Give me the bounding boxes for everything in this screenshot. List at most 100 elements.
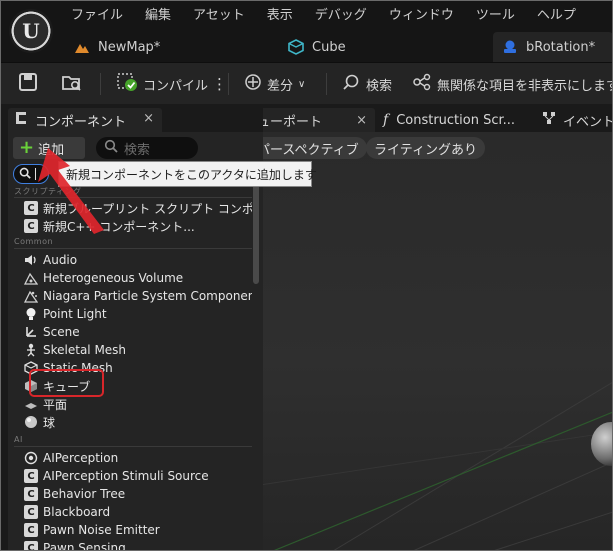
add-component-search-input[interactable] [13,164,49,184]
item-label: Scene [43,325,80,339]
tab-label: イベント [563,114,613,130]
item-label: AIPerception [43,451,119,465]
toolbar-separator [100,73,101,95]
components-tab[interactable]: コンポーネント × [8,108,162,132]
viewport-grid [213,381,613,551]
close-icon[interactable]: × [356,113,367,128]
browse-button[interactable] [61,71,83,97]
search-caret [35,168,36,180]
components-search-field[interactable]: 検索 [96,137,198,159]
c-class-icon: C [24,469,38,483]
list-item-skeletal-mesh[interactable]: Skeletal Mesh [24,341,126,359]
save-icon [18,72,38,96]
list-item-scene[interactable]: Scene [24,323,80,341]
list-item-pawn-noise-emitter[interactable]: C Pawn Noise Emitter [24,521,160,539]
components-body: + 追加 検索 スクリプティング C 新規ブループリント スクリプト コンポ C… [8,132,263,551]
item-label: 平面 [43,397,68,412]
particle-icon [24,289,38,303]
diff-label: 差分 [267,78,294,94]
item-label: Point Light [43,307,107,321]
compile-options-icon[interactable]: ⋮ [212,71,227,97]
list-item-sphere[interactable]: 球 [24,413,55,431]
list-scrollbar[interactable] [253,184,259,284]
menu-window[interactable]: ウィンドウ [378,6,465,26]
cube-asset-icon [288,39,304,55]
lightbulb-icon [24,307,38,321]
list-item-aiperception[interactable]: AIPerception [24,449,118,467]
blueprint-toolbar: コンパイル ⋮ 差分 ∨ 検索 無関係な項目を非表示にします [0,62,613,104]
toolbar-separator [228,73,229,95]
ai-perception-icon [24,451,38,465]
tab-brotation[interactable]: bRotation* [493,32,613,62]
item-label: Behavior Tree [43,487,126,501]
find-button[interactable]: 検索 [342,71,392,97]
scene-icon [24,325,38,339]
toolbar-separator [326,73,327,95]
diff-button[interactable]: 差分 ∨ [244,71,305,97]
tab-label: bRotation* [526,39,596,55]
menu-bar: ファイル 編集 アセット 表示 デバッグ ウィンドウ ツール ヘルプ [60,6,587,26]
item-label: 球 [43,415,56,430]
list-item-new-cpp-component[interactable]: C 新規C++ コンポーネント... [24,217,195,235]
volume-icon [24,271,38,285]
list-item-niagara-particle-system[interactable]: Niagara Particle System Component [24,287,252,305]
tab-label: Construction Scr... [396,112,516,128]
blueprint-icon [502,39,518,55]
menu-view[interactable]: 表示 [256,6,304,26]
list-item-new-blueprint-script[interactable]: C 新規ブループリント スクリプト コンポ [24,199,252,217]
menu-edit[interactable]: 編集 [134,6,182,26]
add-component-button[interactable]: + 追加 [13,137,85,159]
category-divider [14,248,252,249]
tab-label: NewMap* [98,39,161,55]
tab-newmap[interactable]: NewMap* [74,32,160,62]
components-tab-label: コンポーネント [35,114,127,130]
item-label: 新規ブループリント スクリプト コンポ [43,201,252,216]
category-scripting: スクリプティング [14,187,82,196]
tab-label: Cube [312,39,346,55]
unreal-logo-icon[interactable]: U [9,9,53,53]
sphere-icon [24,415,38,429]
list-item-blackboard[interactable]: C Blackboard [24,503,110,521]
title-bar: U ファイル 編集 アセット 表示 デバッグ ウィンドウ ツール ヘルプ New… [0,0,613,62]
menu-tools[interactable]: ツール [465,6,526,26]
menu-file[interactable]: ファイル [60,6,134,26]
list-item-point-light[interactable]: Point Light [24,305,107,323]
menu-asset[interactable]: アセット [182,6,256,26]
menu-help[interactable]: ヘルプ [526,6,587,26]
close-icon[interactable]: × [143,111,154,126]
menu-debug[interactable]: デバッグ [304,6,378,26]
item-label: Audio [43,253,78,267]
list-item-pawn-sensing[interactable]: C Pawn Sensing [24,539,126,551]
components-icon [14,111,28,129]
c-class-icon: C [24,201,38,215]
logo-glyph: U [22,19,40,43]
list-item-aiperception-stimuli[interactable]: C AIPerception Stimuli Source [24,467,209,485]
compile-button[interactable]: コンパイル [117,71,208,97]
item-label: 新規C++ コンポーネント... [43,219,195,234]
tab-event-graph[interactable]: イベント [542,108,613,132]
search-icon [342,73,360,95]
tab-construction-script[interactable]: f Construction Scr... [383,108,515,132]
save-button[interactable] [18,71,38,97]
perspective-button[interactable]: パースペクティブ [249,137,367,159]
item-label: Skeletal Mesh [43,343,127,357]
chevron-down-icon: ∨ [298,78,306,90]
list-item-plane[interactable]: 平面 [24,395,67,413]
hide-unrelated-button[interactable]: 無関係な項目を非表示にします [412,71,613,97]
viewport-canvas[interactable]: ≡ パースペクティブ ライティングあり [213,132,613,551]
list-item-behavior-tree[interactable]: C Behavior Tree [24,485,125,503]
compile-label: コンパイル [143,78,209,94]
graph-icon [542,111,556,129]
c-class-icon: C [24,219,38,233]
list-item-audio[interactable]: Audio [24,251,77,269]
list-item-heterogeneous-volume[interactable]: Heterogeneous Volume [24,269,183,287]
category-ai: AI [14,435,23,444]
lighting-mode-button[interactable]: ライティングあり [366,137,485,159]
component-list: スクリプティング C 新規ブループリント スクリプト コンポ C 新規C++ コ… [8,184,252,551]
c-class-icon: C [24,541,38,551]
speaker-icon [24,253,38,267]
item-label: AIPerception Stimuli Source [43,469,209,483]
tab-cube[interactable]: Cube [288,32,346,62]
c-class-icon: C [24,523,38,537]
add-component-tooltip: 新規コンポーネントをこのアクタに追加します [58,161,317,187]
